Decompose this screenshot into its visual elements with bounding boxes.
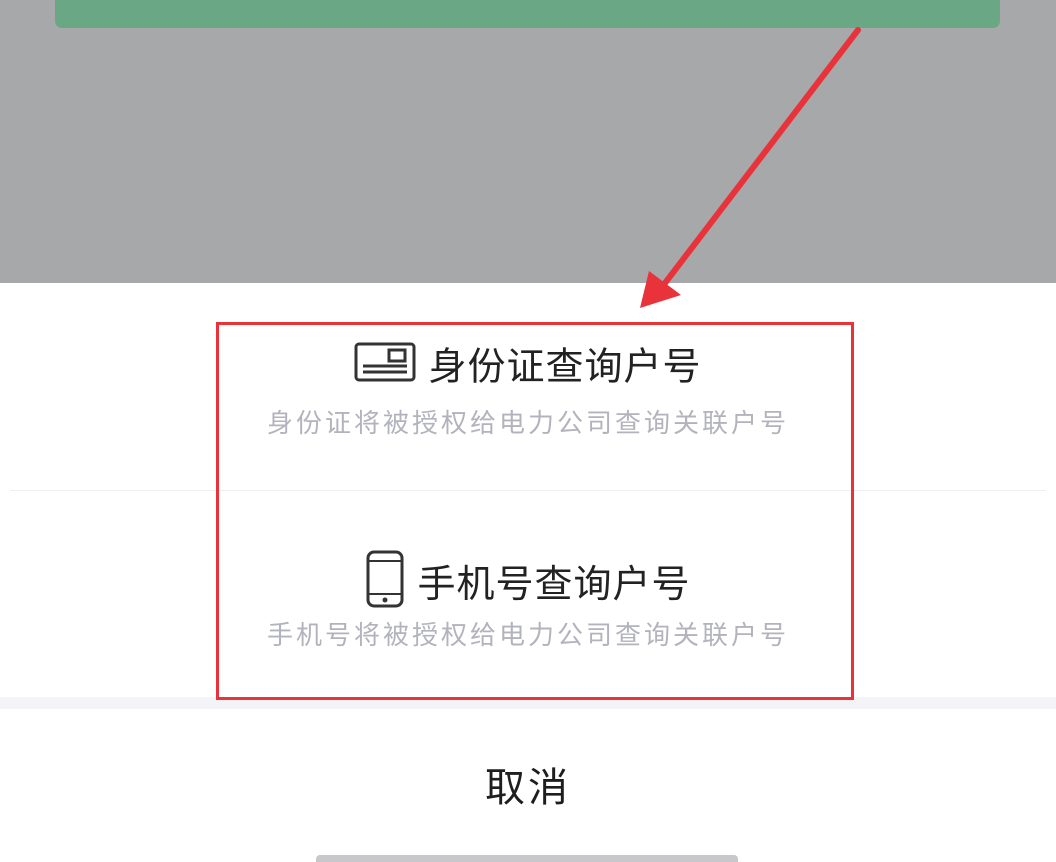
option-id-card-title-row: 身份证查询户号 bbox=[0, 341, 1056, 392]
mobile-phone-icon bbox=[365, 550, 405, 618]
option-phone-title-row: 手机号查询户号 bbox=[0, 550, 1056, 618]
option-phone-query[interactable]: 手机号查询户号 手机号将被授权给电力公司查询关联户号 bbox=[0, 490, 1056, 697]
sheet-gap bbox=[0, 697, 1056, 709]
option-phone-title: 手机号查询户号 bbox=[417, 562, 691, 606]
option-id-card-title: 身份证查询户号 bbox=[428, 344, 702, 389]
background-green-button bbox=[55, 0, 1000, 28]
id-card-icon bbox=[354, 342, 416, 392]
option-id-card-subtitle: 身份证将被授权给电力公司查询关联户号 bbox=[266, 409, 789, 439]
cancel-label: 取消 bbox=[485, 765, 571, 811]
option-divider bbox=[10, 490, 1046, 491]
home-indicator bbox=[316, 855, 738, 862]
option-id-card-query[interactable]: 身份证查询户号 身份证将被授权给电力公司查询关联户号 bbox=[0, 283, 1056, 490]
cancel-button[interactable]: 取消 bbox=[0, 709, 1056, 862]
option-phone-subtitle: 手机号将被授权给电力公司查询关联户号 bbox=[266, 621, 789, 651]
